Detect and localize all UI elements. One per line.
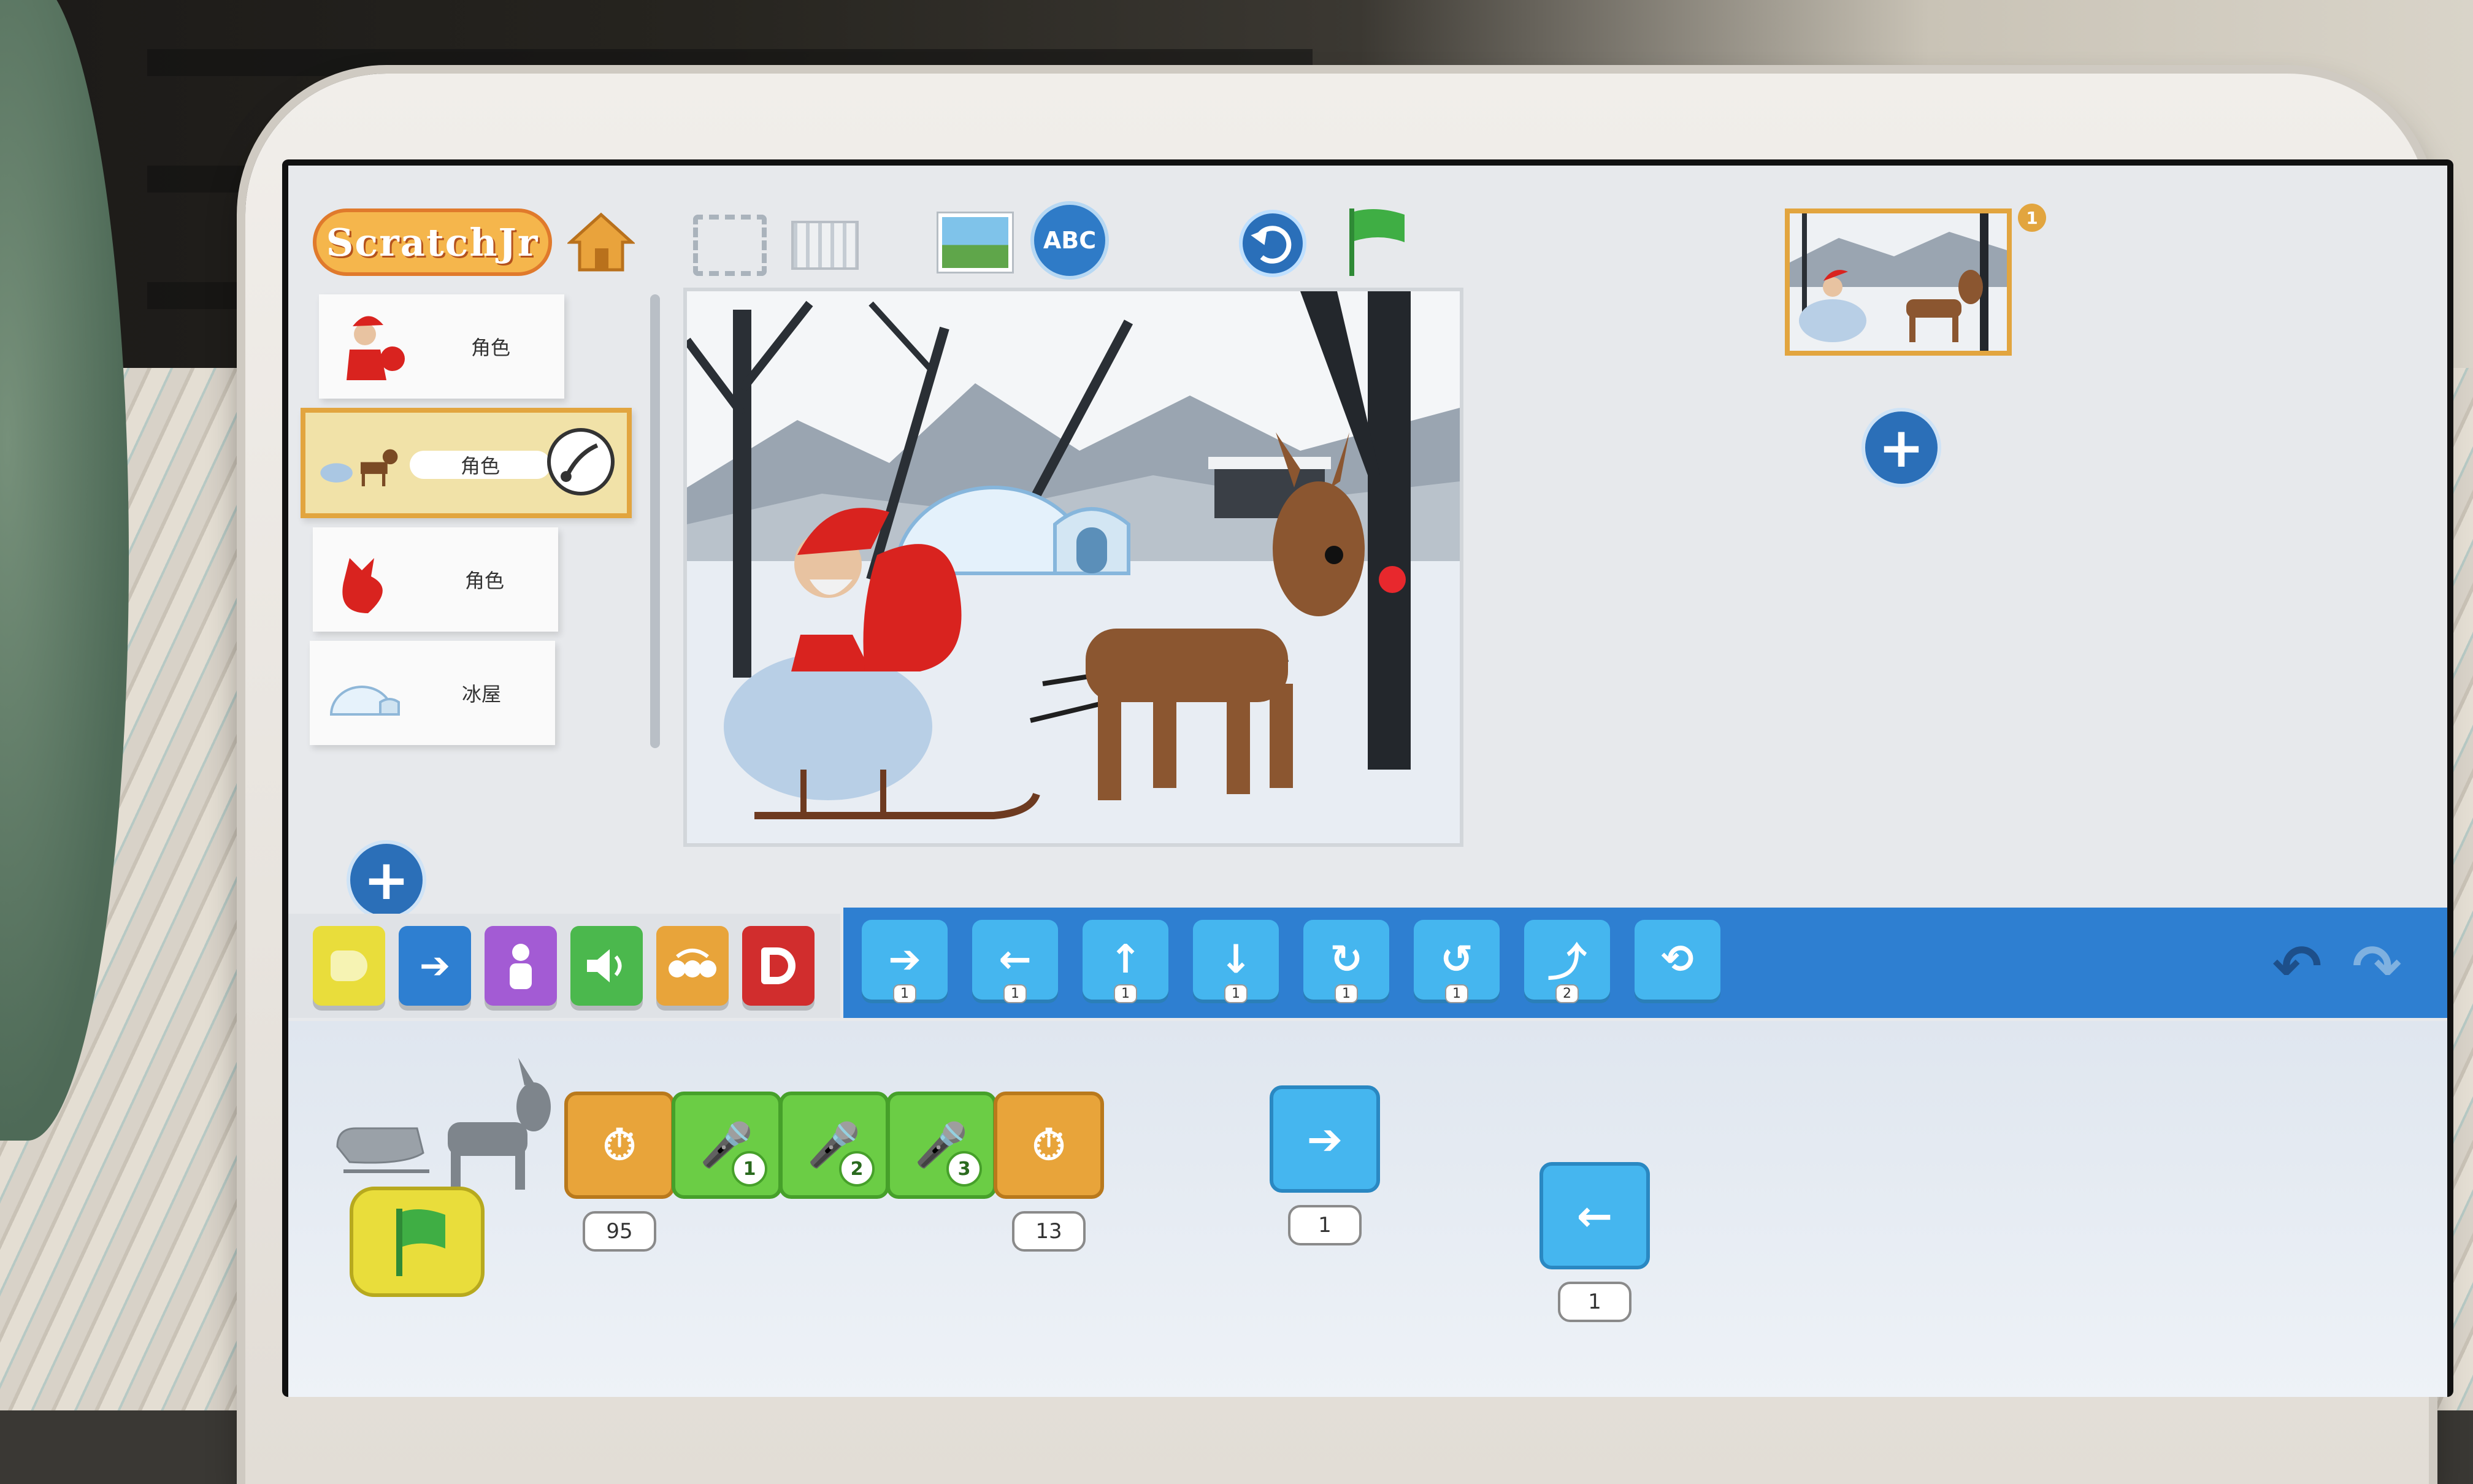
- end-icon: [761, 947, 796, 984]
- paint-editor-icon[interactable]: [547, 428, 615, 495]
- tree-trunk: [733, 310, 751, 678]
- block-param: 1: [1445, 984, 1468, 1003]
- category-bar: ➔: [288, 914, 840, 1018]
- move-right-icon: ➔: [888, 937, 921, 982]
- category-sound[interactable]: [570, 926, 643, 1006]
- block-turn-right[interactable]: ↻ 1: [1303, 920, 1389, 1003]
- add-page-button[interactable]: +: [1861, 408, 1941, 488]
- turn-right-icon: ↻: [1330, 937, 1363, 982]
- turn-left-icon: ↺: [1440, 937, 1473, 982]
- page-preview: [1790, 213, 2007, 351]
- add-sprite-button[interactable]: +: [347, 840, 426, 920]
- go-home-icon: ⟲: [1661, 937, 1694, 982]
- move-right-block[interactable]: ➔: [1270, 1085, 1380, 1193]
- category-looks[interactable]: [485, 926, 557, 1006]
- control-icon: [669, 949, 716, 977]
- stage[interactable]: [687, 291, 1460, 843]
- block-palette: ➔ 1 ← 1 ↑ 1 ↓ 1 ↻ 1 ↺ 1 ⤴ 2 ⟲ ↶ ↷: [843, 908, 2447, 1018]
- undo-icon[interactable]: ↶: [2272, 932, 2340, 1001]
- move-left-icon: ←: [1576, 1190, 1613, 1241]
- sprite-name: 角色: [460, 454, 500, 478]
- move-down-icon: ↓: [1219, 937, 1252, 982]
- arrow-right-icon: ➔: [419, 944, 451, 987]
- page-number-badge: 1: [2018, 204, 2046, 232]
- sleigh: [724, 653, 932, 800]
- block-go-home[interactable]: ⟲: [1635, 920, 1720, 1000]
- sack-thumbnail: [342, 558, 383, 613]
- move-up-icon: ↑: [1109, 937, 1142, 982]
- block-turn-left[interactable]: ↺ 1: [1414, 920, 1500, 1003]
- person-icon: [510, 944, 532, 989]
- category-motion[interactable]: ➔: [399, 926, 471, 1006]
- category-control[interactable]: [656, 926, 729, 1006]
- hop-icon: ⤴: [1547, 941, 1587, 986]
- wait-block[interactable]: ⏱: [994, 1092, 1104, 1199]
- block-move-up[interactable]: ↑ 1: [1083, 920, 1168, 1003]
- play-recorded-sound-block[interactable]: 🎤 1: [672, 1092, 782, 1199]
- stopwatch-icon: ⏱: [602, 1120, 637, 1170]
- sprite-name: 冰屋: [461, 683, 501, 706]
- play-recorded-sound-block[interactable]: 🎤 3: [886, 1092, 997, 1199]
- block-param: 1: [1224, 984, 1248, 1003]
- igloo-thumbnail: [329, 686, 400, 716]
- wait-param[interactable]: 95: [583, 1211, 656, 1252]
- sound-number: 2: [839, 1151, 875, 1187]
- page-thumbnail[interactable]: [1785, 208, 2012, 356]
- sound-number: 3: [946, 1151, 982, 1187]
- sprite-card-sack[interactable]: 角色: [313, 527, 558, 632]
- move-right-param[interactable]: 1: [1288, 1205, 1362, 1245]
- block-move-down[interactable]: ↓ 1: [1193, 920, 1279, 1003]
- home-icon[interactable]: [567, 212, 635, 273]
- play-recorded-sound-block[interactable]: 🎤 2: [779, 1092, 889, 1199]
- redo-icon[interactable]: ↷: [2352, 932, 2420, 1001]
- block-param: 1: [1335, 984, 1358, 1003]
- santa-thumbnail: [347, 316, 405, 380]
- sound-number: 1: [732, 1151, 767, 1187]
- block-move-left[interactable]: ← 1: [972, 920, 1058, 1003]
- block-param: 1: [893, 984, 916, 1003]
- script-area[interactable]: ⏱ 95 🎤 1 🎤 2 🎤 3 ⏱ 13 ➔ 1 ← 1: [288, 1021, 2447, 1397]
- block-hop[interactable]: ⤴ 2: [1524, 920, 1610, 1003]
- sprite-card-santa[interactable]: 角色: [319, 294, 564, 399]
- move-left-icon: ←: [999, 937, 1032, 982]
- sprite-card-reindeer-sleigh[interactable]: 角色: [301, 408, 632, 518]
- move-right-icon: ➔: [1306, 1114, 1343, 1165]
- reset-icon[interactable]: [1239, 210, 1306, 277]
- scratchjr-screen: ScratchJr ABC 角色 角色 角色 冰屋 + 1 + ➔ ➔ 1 ← …: [282, 159, 2453, 1397]
- block-param: 1: [1114, 984, 1137, 1003]
- fullscreen-icon[interactable]: [693, 215, 767, 276]
- green-flag-trigger-block[interactable]: [350, 1187, 485, 1297]
- move-left-param[interactable]: 1: [1558, 1282, 1631, 1322]
- stopwatch-icon: ⏱: [1032, 1120, 1066, 1170]
- grid-icon[interactable]: [791, 221, 859, 270]
- green-flag-icon[interactable]: [1343, 205, 1411, 279]
- trigger-icon: [331, 950, 367, 981]
- wait-block[interactable]: ⏱: [564, 1092, 675, 1199]
- background-icon[interactable]: [938, 213, 1012, 272]
- green-flag-icon: [396, 1209, 445, 1276]
- sprite-name: 角色: [470, 336, 510, 359]
- category-end[interactable]: [742, 926, 815, 1006]
- reindeer-sleigh-thumbnail: [320, 449, 398, 486]
- tree-trunk: [1368, 291, 1411, 770]
- block-param: 2: [1555, 984, 1579, 1003]
- move-left-block[interactable]: ←: [1539, 1162, 1650, 1269]
- stage-scene: [687, 291, 1460, 843]
- santa-sack: [863, 544, 962, 671]
- sprite-card-igloo[interactable]: 冰屋: [310, 641, 555, 745]
- selected-sprite-silhouette: [336, 1058, 551, 1190]
- text-icon[interactable]: ABC: [1030, 201, 1109, 280]
- wait-param[interactable]: 13: [1012, 1211, 1086, 1252]
- speaker-icon: [587, 949, 622, 982]
- sprite-name: 角色: [464, 569, 504, 592]
- scratchjr-logo: ScratchJr: [313, 208, 552, 276]
- chair-slat: [147, 49, 1313, 76]
- category-triggering[interactable]: [313, 926, 385, 1006]
- sprite-list-scrollbar[interactable]: [650, 294, 660, 748]
- block-move-right[interactable]: ➔ 1: [862, 920, 948, 1003]
- block-param: 1: [1003, 984, 1027, 1003]
